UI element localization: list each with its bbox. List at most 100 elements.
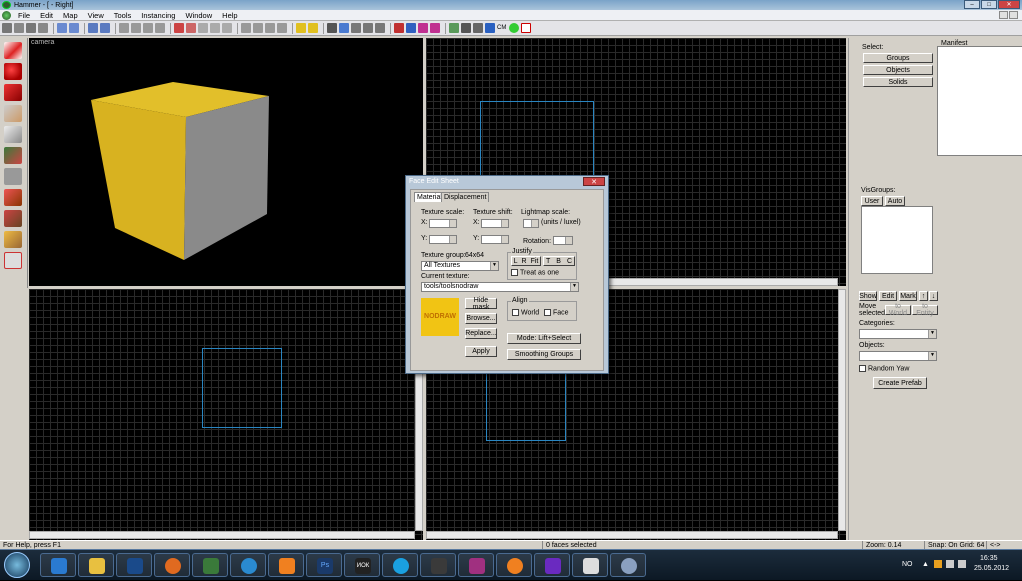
run-tool-icon[interactable] <box>521 23 532 33</box>
groups-button[interactable]: Groups <box>863 53 933 63</box>
random-yaw-checkbox[interactable]: Random Yaw <box>859 365 909 372</box>
maximize-button[interactable]: □ <box>981 0 997 9</box>
apply-texture-icon[interactable] <box>4 168 22 185</box>
align-world-checkbox[interactable]: World <box>512 309 539 316</box>
taskbar-steam[interactable] <box>420 553 456 577</box>
paste-special-icon[interactable] <box>277 23 287 33</box>
smoothing-groups-button[interactable]: Smoothing Groups <box>507 349 581 360</box>
grid-smaller-icon[interactable] <box>26 23 36 33</box>
random-yaw-check-icon[interactable] <box>859 365 866 372</box>
tray-expand-icon[interactable]: ▲ <box>922 561 929 568</box>
transform-icon[interactable] <box>363 23 373 33</box>
to-entity-button[interactable]: to Entity <box>912 303 938 317</box>
selection-box-icon[interactable] <box>327 23 337 33</box>
taskbar-app[interactable] <box>230 553 266 577</box>
menu-window[interactable]: Window <box>180 11 217 20</box>
entity-report-icon[interactable] <box>430 23 440 33</box>
tab-displacement[interactable]: Displacement <box>441 192 490 202</box>
current-texture-combo[interactable]: tools/toolsnodraw ▼ <box>421 282 579 292</box>
visgroups-list[interactable] <box>861 206 933 274</box>
menu-map[interactable]: Map <box>58 11 83 20</box>
menu-tools[interactable]: Tools <box>109 11 137 20</box>
create-prefab-button[interactable]: Create Prefab <box>873 377 927 389</box>
measure-icon[interactable] <box>375 23 385 33</box>
visgroup-icon[interactable] <box>210 23 220 33</box>
start-button[interactable] <box>4 552 30 578</box>
texture-group-combo[interactable]: All Textures ▼ <box>421 261 499 271</box>
compile-icon[interactable] <box>394 23 404 33</box>
align-world-check-icon[interactable] <box>512 309 519 316</box>
menu-help[interactable]: Help <box>217 11 242 20</box>
camera-tool-icon[interactable] <box>4 84 22 101</box>
cut-icon[interactable] <box>241 23 251 33</box>
snap-icon[interactable] <box>351 23 361 33</box>
justify-top-button[interactable]: T <box>546 258 550 265</box>
horizontal-scrollbar[interactable] <box>426 531 838 539</box>
paste-icon[interactable] <box>265 23 275 33</box>
move-up-button[interactable]: ↑ <box>919 291 928 301</box>
hollow-icon[interactable] <box>69 23 79 33</box>
edit-button[interactable]: Edit <box>879 291 897 301</box>
clipping-tool-icon[interactable] <box>4 231 22 248</box>
undo-icon[interactable] <box>88 23 98 33</box>
bottom-left-2d-viewport[interactable] <box>29 289 423 540</box>
selection-tool-icon[interactable] <box>4 42 22 59</box>
tie-to-entity-icon[interactable] <box>143 23 153 33</box>
menu-view[interactable]: View <box>83 11 109 20</box>
scale-y-spin[interactable] <box>429 235 457 244</box>
dialog-close-button[interactable]: ✕ <box>583 177 605 186</box>
justify-bottom-button[interactable]: B <box>556 258 561 265</box>
taskbar-uok[interactable]: ИОК <box>344 553 380 577</box>
mark-button[interactable]: Mark <box>899 291 917 301</box>
close-button[interactable]: ✕ <box>998 0 1020 9</box>
taskbar-blender[interactable] <box>496 553 532 577</box>
justify-fit-button[interactable]: Fit <box>531 258 539 265</box>
block-tool-icon[interactable] <box>4 126 22 143</box>
show-all-icon[interactable] <box>198 23 208 33</box>
redo-icon[interactable] <box>100 23 110 33</box>
justify-right-button[interactable]: R <box>522 258 527 265</box>
treat-as-one-check-icon[interactable] <box>511 269 518 276</box>
mode-button[interactable]: Mode: Lift+Select <box>507 333 581 344</box>
hide-selected-icon[interactable] <box>174 23 184 33</box>
horizontal-scrollbar[interactable] <box>29 531 415 539</box>
menu-edit[interactable]: Edit <box>35 11 58 20</box>
taskbar-firefox[interactable] <box>154 553 190 577</box>
solids-button[interactable]: Solids <box>863 77 933 87</box>
language-indicator[interactable]: NO <box>902 561 913 568</box>
taskbar-photos[interactable] <box>192 553 228 577</box>
group-icon[interactable] <box>119 23 129 33</box>
document-icon[interactable] <box>2 10 11 20</box>
taskbar-media[interactable] <box>116 553 152 577</box>
shift-y-spin[interactable] <box>481 235 509 244</box>
minimize-button[interactable]: – <box>964 0 980 9</box>
camera-viewport[interactable]: camera <box>29 38 423 286</box>
overlay-tool-icon[interactable] <box>4 210 22 227</box>
decal-tool-icon[interactable] <box>4 189 22 206</box>
texture-tool-icon[interactable] <box>4 147 22 164</box>
mdi-minimize-button[interactable] <box>999 11 1008 19</box>
taskbar-skype[interactable] <box>382 553 418 577</box>
texture-browser-icon[interactable] <box>473 23 483 33</box>
selection-box[interactable] <box>202 348 282 428</box>
shift-x-spin[interactable] <box>481 219 509 228</box>
scale-lock-icon[interactable] <box>308 23 318 33</box>
align-face-check-icon[interactable] <box>544 309 551 316</box>
portals-icon[interactable] <box>406 23 416 33</box>
gear-icon[interactable] <box>461 23 471 33</box>
move-to-world-icon[interactable] <box>155 23 165 33</box>
vertex-tool-icon[interactable] <box>4 252 22 269</box>
entity-tool-icon[interactable] <box>4 105 22 122</box>
manifest-list[interactable] <box>937 46 1022 156</box>
menu-file[interactable]: File <box>13 11 35 20</box>
justify-center-button[interactable]: C <box>567 258 572 265</box>
grid-icon[interactable] <box>2 23 12 33</box>
clock-date[interactable]: 25.05.2012 <box>974 565 1009 572</box>
apply-button[interactable]: Apply <box>465 346 497 357</box>
carve-icon[interactable] <box>57 23 67 33</box>
categories-combo[interactable]: ▼ <box>859 329 937 339</box>
taskbar-explorer[interactable] <box>78 553 114 577</box>
objects-button[interactable]: Objects <box>863 65 933 75</box>
network-icon[interactable] <box>946 560 954 568</box>
align-face-checkbox[interactable]: Face <box>544 309 569 316</box>
